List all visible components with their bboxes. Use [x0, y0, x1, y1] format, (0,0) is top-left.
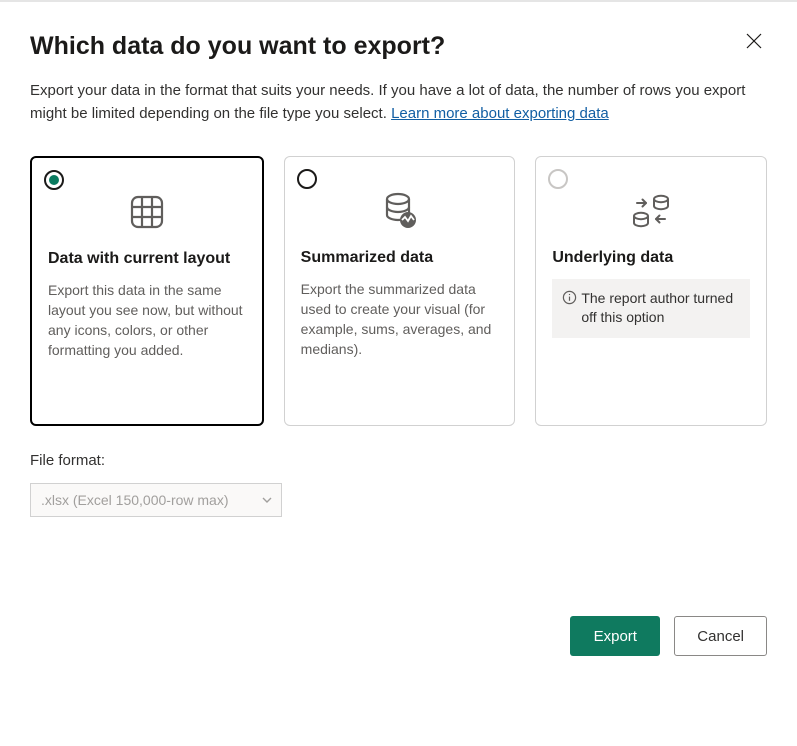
database-summary-icon: [380, 191, 420, 231]
option-title: Underlying data: [552, 249, 750, 267]
option-current-layout[interactable]: Data with current layout Export this dat…: [30, 156, 264, 426]
option-underlying-data: Underlying data The report author turned…: [535, 156, 767, 426]
option-disabled-info: The report author turned off this option: [552, 279, 750, 338]
database-sync-icon: [629, 191, 673, 231]
option-summarized-data[interactable]: Summarized data Export the summarized da…: [284, 156, 516, 426]
file-format-select: .xlsx (Excel 150,000-row max): [30, 483, 282, 517]
description-text: Export your data in the format that suit…: [30, 82, 745, 122]
radio-underlying: [548, 169, 568, 189]
export-options: Data with current layout Export this dat…: [30, 156, 767, 426]
info-icon: [562, 290, 577, 305]
option-title: Summarized data: [301, 249, 499, 267]
chevron-down-icon: [261, 494, 273, 506]
radio-summarized[interactable]: [297, 169, 317, 189]
learn-more-link[interactable]: Learn more about exporting data: [391, 105, 609, 122]
file-format-value: .xlsx (Excel 150,000-row max): [41, 492, 229, 508]
cancel-button[interactable]: Cancel: [674, 616, 767, 656]
table-grid-icon: [128, 193, 166, 231]
export-button[interactable]: Export: [570, 616, 660, 656]
dialog-footer: Export Cancel: [570, 616, 767, 656]
option-description: Export the summarized data used to creat…: [301, 279, 499, 360]
dialog-title: Which data do you want to export?: [30, 32, 767, 61]
dialog-description: Export your data in the format that suit…: [30, 79, 760, 126]
radio-current-layout[interactable]: [44, 170, 64, 190]
info-text: The report author turned off this option: [581, 289, 740, 328]
close-button[interactable]: [743, 30, 765, 52]
option-description: Export this data in the same layout you …: [48, 280, 246, 361]
close-icon: [746, 33, 762, 49]
option-title: Data with current layout: [48, 250, 246, 268]
file-format-label: File format:: [30, 452, 767, 469]
